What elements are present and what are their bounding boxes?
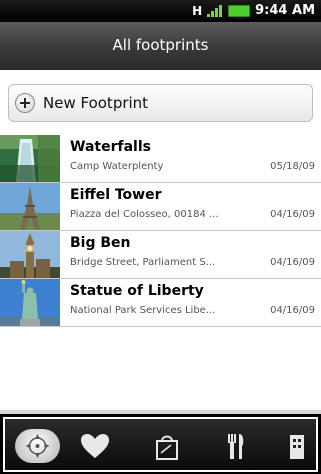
footprint-title: Eiffel Tower — [70, 187, 162, 203]
footprint-list-area: New Footprint Waterfalls Camp Waterplent… — [0, 70, 321, 410]
footprint-date: 04/16/09 — [270, 209, 315, 220]
footprint-address: Piazza del Colosseo, 00184 ... — [70, 209, 219, 220]
battery-icon — [228, 4, 251, 17]
footprint-row-statue-of-liberty[interactable]: Statue of Liberty National Park Services… — [0, 279, 321, 327]
footprint-address: Bridge Street, Parliament S... — [70, 257, 216, 268]
shopping-bag-icon — [156, 435, 178, 460]
footprint-address: Camp Waterplenty — [70, 161, 164, 172]
footprint-date: 05/18/09 — [270, 161, 315, 172]
footprint-title: Statue of Liberty — [70, 283, 204, 299]
heart-icon — [81, 434, 109, 458]
page-title: All footprints — [112, 36, 209, 54]
eiffel-tower-photo-icon — [0, 183, 60, 230]
network-type-icon: H — [192, 3, 203, 18]
title-bar: All footprints — [0, 22, 321, 71]
footprint-list: Waterfalls Camp Waterplenty 05/18/09 Eif… — [0, 135, 321, 327]
new-footprint-label: New Footprint — [43, 94, 149, 112]
waterfall-photo-icon — [0, 135, 60, 182]
status-time: 9:44 AM — [255, 3, 315, 18]
footprint-date: 04/16/09 — [270, 257, 315, 268]
footprint-title: Big Ben — [70, 235, 131, 251]
tab-all[interactable] — [15, 429, 60, 463]
footprint-row-waterfalls[interactable]: Waterfalls Camp Waterplenty 05/18/09 — [0, 135, 321, 183]
compass-icon — [25, 434, 50, 458]
fork-knife-icon — [228, 434, 244, 459]
tab-shopping[interactable] — [147, 431, 187, 468]
tab-favorites[interactable] — [75, 431, 115, 468]
tab-more[interactable] — [280, 431, 314, 468]
big-ben-photo-icon — [0, 231, 60, 278]
footprint-address: National Park Services Libe... — [70, 305, 216, 316]
category-tab-bar — [0, 414, 321, 474]
statue-of-liberty-photo-icon — [0, 279, 60, 326]
footprint-date: 04/16/09 — [270, 305, 315, 316]
signal-strength-icon — [207, 4, 223, 17]
footprint-title: Waterfalls — [70, 139, 151, 155]
status-icons: H 9:44 AM — [192, 3, 315, 18]
footprint-row-big-ben[interactable]: Big Ben Bridge Street, Parliament S... 0… — [0, 231, 321, 279]
new-footprint-button[interactable]: New Footprint — [8, 84, 313, 122]
status-bar: H 9:44 AM — [0, 0, 321, 22]
tab-bar-frame — [3, 417, 318, 472]
tab-restaurants[interactable] — [215, 431, 255, 468]
footprint-row-eiffel-tower[interactable]: Eiffel Tower Piazza del Colosseo, 00184 … — [0, 183, 321, 231]
plus-icon — [15, 93, 35, 113]
building-icon — [290, 435, 304, 459]
